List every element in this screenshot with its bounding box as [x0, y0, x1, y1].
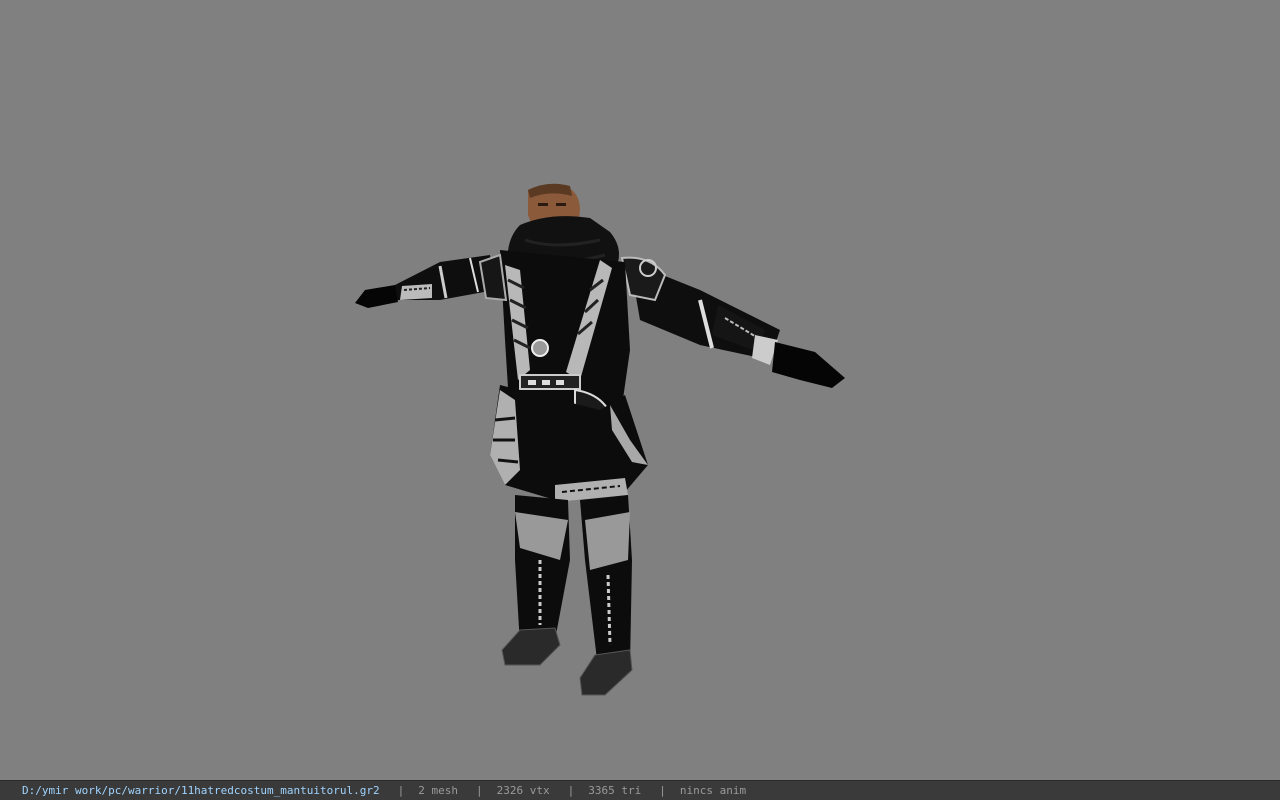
vertex-count: 2326 vtx: [496, 784, 550, 797]
character-coat-skirt: [490, 385, 648, 502]
character-right-arm: [620, 256, 845, 388]
animation-status: nincs anim: [679, 784, 747, 797]
separator: |: [397, 784, 405, 797]
character-left-arm: [355, 255, 495, 308]
separator: |: [476, 784, 483, 797]
3d-viewport[interactable]: [0, 0, 1280, 780]
mesh-count: 2 mesh: [418, 784, 458, 797]
file-path: D:/ymir work/pc/warrior/11hatredcostum_m…: [22, 784, 380, 797]
separator: |: [567, 784, 575, 797]
status-bar: D:/ymir work/pc/warrior/11hatredcostum_m…: [0, 780, 1280, 800]
triangle-count: 3365 tri: [588, 784, 642, 797]
character-model: [355, 183, 845, 696]
separator: |: [659, 784, 666, 797]
